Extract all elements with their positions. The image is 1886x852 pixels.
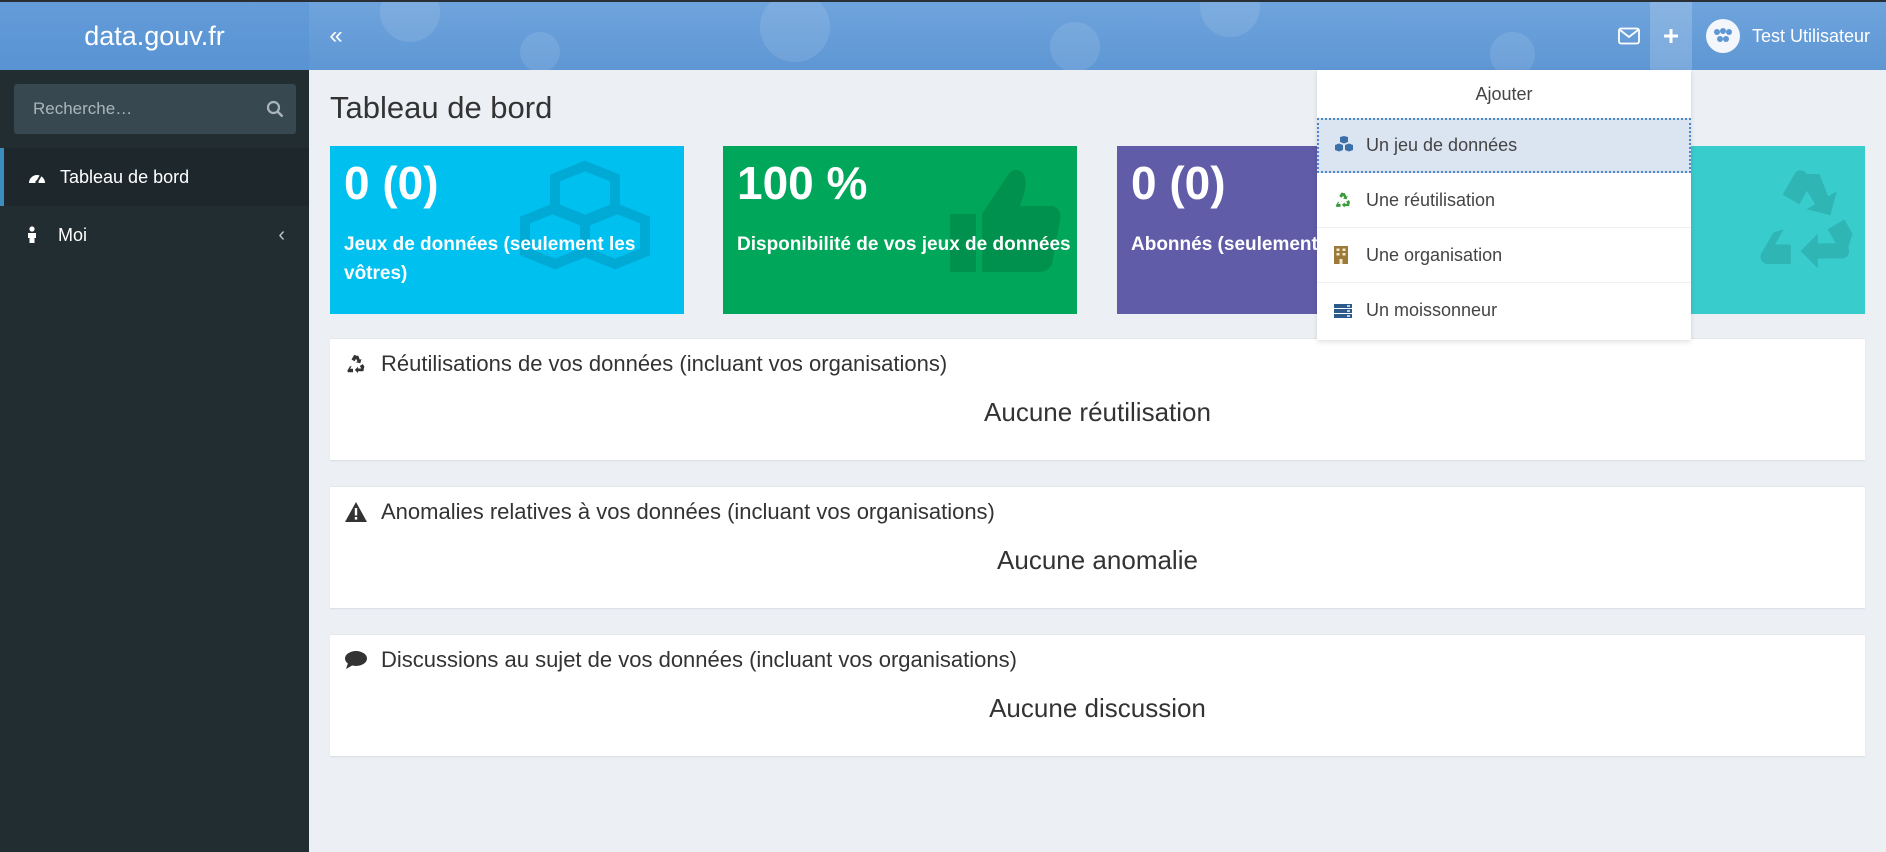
stat-tile-availability[interactable]: 100 % Disponibilité de vos jeux de donné… [723,146,1077,314]
tile-value: 0 (0) [344,157,439,209]
thumbs-up-icon [948,164,1063,279]
menu-item-label: Une organisation [1366,244,1503,265]
sidebar-item-me[interactable]: Moi ‹ [0,206,309,264]
user-menu[interactable]: Test Utilisateur [1692,2,1886,70]
menu-item-organization[interactable]: Une organisation [1317,228,1691,283]
recycle-icon [344,352,370,376]
empty-message: Aucune discussion [989,693,1206,723]
box-title: Anomalies relatives à vos données (inclu… [344,499,995,525]
dropdown-header: Ajouter [1475,84,1533,104]
box-title-text: Anomalies relatives à vos données (inclu… [381,499,995,524]
menu-item-reuse[interactable]: Une réutilisation [1317,173,1691,228]
header-actions: Test Utilisateur [1608,2,1886,70]
tile-value: 100 % [737,157,868,209]
tile-value: 0 (0) [1131,157,1226,209]
building-icon [1333,245,1357,265]
user-icon [26,226,48,244]
recycle-icon [1333,190,1357,210]
anomalies-box: Anomalies relatives à vos données (inclu… [330,486,1865,608]
header-decoration [1490,32,1535,70]
empty-message: Aucune réutilisation [984,397,1211,427]
recycle-icon [1742,154,1865,289]
tile-label: Jeux de données (seulement les vôtres) [344,234,636,284]
box-title-text: Discussions au sujet de vos données (inc… [381,647,1017,672]
menu-item-label: Une réutilisation [1366,189,1496,210]
top-header: data.gouv.fr « Test Utilisateur [0,0,1886,70]
site-logo[interactable]: data.gouv.fr [0,2,309,70]
comment-icon [344,650,370,670]
menu-item-harvester[interactable]: Un moissonneur [1317,283,1691,338]
warning-icon [344,501,370,523]
discussions-box: Discussions au sujet de vos données (inc… [330,634,1865,756]
sidebar-search [14,84,296,134]
sidebar-item-label: Moi [58,224,88,245]
cubes-icon [1333,136,1357,154]
sidebar-item-label: Tableau de bord [60,166,190,187]
search-button[interactable] [254,84,296,134]
dashboard-icon [28,169,50,185]
page-title: Tableau de bord [330,90,553,125]
header-decoration [380,2,440,42]
add-button[interactable] [1649,2,1692,70]
add-dropdown-menu: Ajouter Un jeu de données Une réutilisat… [1317,70,1691,340]
box-title: Discussions au sujet de vos données (inc… [344,647,1017,673]
avatar [1705,19,1740,53]
header-decoration [760,2,830,62]
search-icon [266,100,284,118]
stat-tile-datasets[interactable]: 0 (0) Jeux de données (seulement les vôt… [330,146,684,314]
reuses-box: Réutilisations de vos données (incluant … [330,338,1865,460]
messages-button[interactable] [1608,2,1650,70]
sidebar-item-dashboard[interactable]: Tableau de bord [0,148,309,206]
menu-item-label: Un jeu de données [1366,134,1518,155]
menu-item-label: Un moissonneur [1366,300,1498,320]
header-decoration [1200,2,1260,37]
avatar-icon [1713,28,1732,42]
plus-icon [1663,29,1678,43]
search-input[interactable] [14,84,254,134]
menu-item-dataset[interactable]: Un jeu de données [1317,118,1691,173]
header-decoration [520,32,560,70]
box-title: Réutilisations de vos données (incluant … [344,351,947,377]
box-title-text: Réutilisations de vos données (incluant … [381,351,948,376]
user-name: Test Utilisateur [1751,25,1870,46]
envelope-icon [1618,27,1640,45]
empty-message: Aucune anomalie [997,545,1198,575]
tile-label: Disponibilité de vos jeux de données [737,234,1071,255]
sidebar-toggle-button[interactable]: « [322,20,350,52]
chevron-left-icon: ‹ [278,223,285,246]
sidebar: Tableau de bord Moi ‹ [0,70,309,852]
server-icon [1333,303,1357,319]
header-decoration [1050,22,1100,70]
